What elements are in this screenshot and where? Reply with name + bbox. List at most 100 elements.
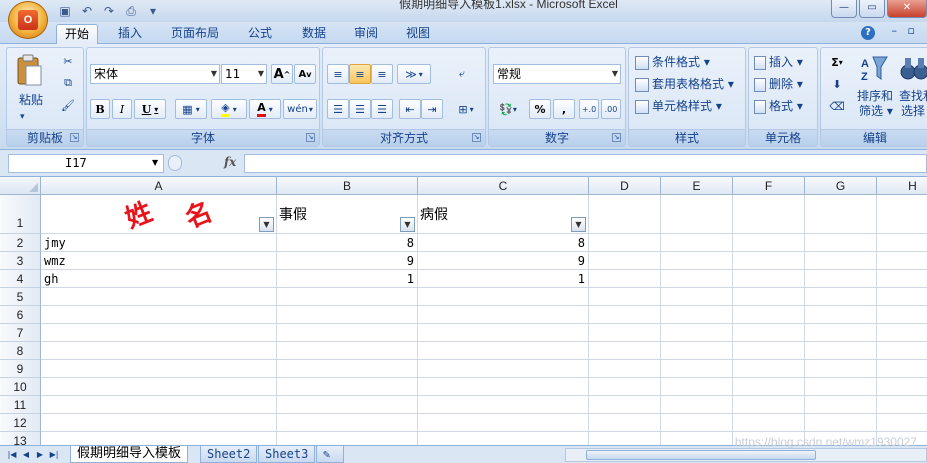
tab-formulas[interactable]: 公式 <box>240 24 280 44</box>
row-header-7[interactable]: 7 <box>0 324 41 342</box>
formula-bar-resize-handle[interactable] <box>168 155 182 171</box>
cut-icon[interactable]: ✂ <box>59 52 77 70</box>
sort-filter-icon[interactable]: AZ <box>857 53 891 83</box>
insert-function-icon[interactable]: fx <box>224 155 236 169</box>
row-header-5[interactable]: 5 <box>0 288 41 306</box>
select-all-corner[interactable] <box>0 177 41 195</box>
format-painter-icon[interactable]: 🖌 <box>59 96 77 114</box>
find-select-label[interactable]: 查找和选择 ▾ <box>899 89 927 119</box>
bold-button[interactable]: B <box>90 99 110 119</box>
alignment-launcher-icon[interactable]: ↘ <box>472 133 481 142</box>
filter-dropdown-a[interactable]: ▼ <box>259 217 274 232</box>
insert-cells-button[interactable]: 插入 ▾ <box>754 53 803 71</box>
row-header-11[interactable]: 11 <box>0 396 41 414</box>
orientation-icon[interactable]: ≫ ▾ <box>397 64 431 84</box>
clear-eraser-icon[interactable]: ⌫ <box>825 97 849 115</box>
paste-dropdown-icon[interactable]: ▾ <box>20 108 25 126</box>
minimize-button[interactable]: — <box>831 0 857 18</box>
comma-button[interactable]: , <box>553 99 575 119</box>
cell-c1[interactable]: 病假 <box>418 195 589 234</box>
column-header-c[interactable]: C <box>418 177 589 195</box>
percent-button[interactable]: % <box>529 99 551 119</box>
name-box[interactable]: I17 <box>8 154 164 173</box>
cell-c2[interactable]: 8 <box>418 234 589 252</box>
column-header-f[interactable]: F <box>733 177 805 195</box>
font-family-select[interactable]: 宋体 ▼ <box>90 64 220 84</box>
row-header-3[interactable]: 3 <box>0 252 41 270</box>
shrink-font-button[interactable]: Av <box>294 64 316 84</box>
horizontal-scroll-thumb[interactable] <box>586 450 816 460</box>
row-header-1[interactable]: 1 <box>0 195 41 234</box>
align-right-icon[interactable]: ☰ <box>371 99 393 119</box>
fill-color-button[interactable]: ◈ ▾ <box>211 99 247 119</box>
tab-page-layout[interactable]: 页面布局 <box>163 24 227 44</box>
align-center-icon[interactable]: ☰ <box>349 99 371 119</box>
fill-down-icon[interactable]: ⬇ <box>825 75 849 93</box>
sheet-tab-3[interactable]: Sheet3 <box>258 446 316 463</box>
tab-view[interactable]: 视图 <box>398 24 438 44</box>
cell-styles-button[interactable]: 单元格样式 ▾ <box>635 97 722 115</box>
filter-dropdown-b[interactable]: ▼ <box>400 217 415 232</box>
column-header-e[interactable]: E <box>661 177 733 195</box>
row-header-9[interactable]: 9 <box>0 360 41 378</box>
cell-b3[interactable]: 9 <box>277 252 418 270</box>
help-icon[interactable]: ? <box>861 26 875 40</box>
phonetic-button[interactable]: wén ▾ <box>283 99 317 119</box>
row-header-10[interactable]: 10 <box>0 378 41 396</box>
decrease-indent-icon[interactable]: ⇤ <box>399 99 421 119</box>
italic-button[interactable]: I <box>112 99 132 119</box>
maximize-button[interactable]: ▭ <box>859 0 885 18</box>
copy-icon[interactable]: ⧉ <box>59 74 77 92</box>
font-color-button[interactable]: A ▾ <box>249 99 281 119</box>
ribbon-restore-icon[interactable]: ▫ <box>908 24 915 37</box>
grow-font-button[interactable]: A ^ <box>271 64 293 84</box>
worksheet-grid[interactable]: A B C D E F G H 1 2 3 4 5 6 7 8 9 10 11 … <box>0 177 927 450</box>
row-header-12[interactable]: 12 <box>0 414 41 432</box>
font-launcher-icon[interactable]: ↘ <box>306 133 315 142</box>
row-header-4[interactable]: 4 <box>0 270 41 288</box>
formula-input[interactable] <box>244 154 927 173</box>
cell-c4[interactable]: 1 <box>418 270 589 288</box>
chevron-down-icon[interactable]: ▼ <box>152 158 158 167</box>
column-header-h[interactable]: H <box>877 177 927 195</box>
borders-button[interactable]: ▦ ▾ <box>175 99 207 119</box>
row-header-8[interactable]: 8 <box>0 342 41 360</box>
tab-data[interactable]: 数据 <box>294 24 334 44</box>
first-sheet-icon[interactable]: |◀ <box>6 448 18 462</box>
last-sheet-icon[interactable]: ▶| <box>48 448 60 462</box>
tab-home[interactable]: 开始 <box>56 24 99 44</box>
row-header-2[interactable]: 2 <box>0 234 41 252</box>
paste-label[interactable]: 粘贴 <box>19 91 43 109</box>
align-bottom-icon[interactable]: ≡ <box>371 64 393 84</box>
column-header-d[interactable]: D <box>589 177 661 195</box>
number-launcher-icon[interactable]: ↘ <box>612 133 621 142</box>
insert-sheet-icon[interactable]: ✎ <box>316 446 344 463</box>
increase-indent-icon[interactable]: ⇥ <box>421 99 443 119</box>
tab-review[interactable]: 审阅 <box>346 24 386 44</box>
format-cells-button[interactable]: 格式 ▾ <box>754 97 803 115</box>
autosum-button[interactable]: Σ ▾ <box>825 53 849 71</box>
decrease-decimal-icon[interactable]: .00 <box>601 99 621 119</box>
font-size-select[interactable]: 11 ▼ <box>221 64 267 84</box>
underline-button[interactable]: U ▾ <box>134 99 166 119</box>
clipboard-launcher-icon[interactable]: ↘ <box>70 133 79 142</box>
wrap-text-icon[interactable]: ⤶ <box>451 64 473 84</box>
column-header-a[interactable]: A <box>41 177 277 195</box>
sheet-tab-1[interactable]: 假期明细导入模板 <box>70 446 189 463</box>
number-format-select[interactable]: 常规 ▼ <box>493 64 621 84</box>
filter-dropdown-c[interactable]: ▼ <box>571 217 586 232</box>
cell-c3[interactable]: 9 <box>418 252 589 270</box>
merge-center-icon[interactable]: ⊞ ▾ <box>451 99 481 119</box>
currency-icon[interactable]: 💱 ▾ <box>493 99 523 119</box>
office-button[interactable]: O <box>8 1 48 39</box>
cell-a3[interactable]: wmz <box>41 252 277 270</box>
cell-b4[interactable]: 1 <box>277 270 418 288</box>
sort-filter-label[interactable]: 排序和 筛选 ▾ <box>857 89 893 119</box>
ribbon-minimize-icon[interactable]: – <box>892 24 898 37</box>
cell-b1[interactable]: 事假 <box>277 195 418 234</box>
increase-decimal-icon[interactable]: +.0 <box>579 99 599 119</box>
cell-a2[interactable]: jmy <box>41 234 277 252</box>
tab-insert[interactable]: 插入 <box>110 24 150 44</box>
sheet-tab-2[interactable]: Sheet2 <box>200 446 258 463</box>
find-binoculars-icon[interactable] <box>897 53 927 83</box>
